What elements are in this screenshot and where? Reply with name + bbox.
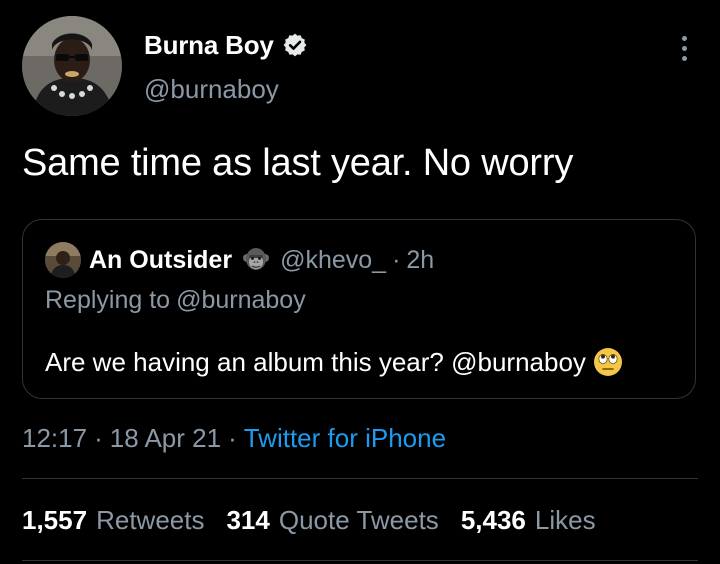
retweets-count: 1,557 — [22, 505, 88, 535]
quote-tweets-label: Quote Tweets — [278, 505, 439, 535]
replying-to-handle[interactable]: @burnaboy — [176, 286, 306, 314]
tweet-detail: Burna Boy @burnaboy Same time as last ye… — [0, 0, 720, 564]
tweet-stats: 1,557 Retweets 314 Quote Tweets 5,436 Li… — [22, 505, 618, 536]
quoted-tweet-card[interactable]: An Outsider @khevo_ · 2h Replying to @bur… — [22, 219, 696, 399]
likes-stat[interactable]: 5,436 Likes — [461, 505, 596, 536]
likes-label: Likes — [534, 505, 596, 535]
meta-separator: · — [94, 423, 103, 453]
more-options-icon[interactable] — [666, 30, 702, 66]
gorilla-emoji-icon — [243, 248, 270, 270]
quoted-author-avatar[interactable] — [45, 242, 81, 278]
quoted-tweet-header: An Outsider @khevo_ · 2h — [89, 242, 434, 278]
tweet-source-link[interactable]: Twitter for iPhone — [244, 423, 446, 454]
quoted-separator: · — [392, 245, 401, 274]
quoted-author-handle[interactable]: @khevo_ — [280, 246, 386, 275]
tweet-text: Same time as last year. No worry — [22, 142, 574, 184]
quote-tweets-stat[interactable]: 314 Quote Tweets — [226, 505, 438, 536]
author-avatar[interactable] — [22, 16, 122, 116]
author-name-row[interactable]: Burna Boy — [144, 28, 308, 62]
meta-separator: · — [228, 423, 237, 453]
quote-tweets-count: 314 — [226, 505, 270, 535]
verified-badge-icon — [283, 33, 307, 57]
replying-to-label: Replying to — [45, 286, 171, 314]
likes-count: 5,436 — [460, 505, 526, 535]
quoted-tweet-text: Are we having an album this year? @burna… — [45, 346, 586, 377]
retweets-label: Retweets — [96, 505, 205, 535]
tweet-date: 18 Apr 21 — [109, 423, 222, 453]
author-handle[interactable]: @burnaboy — [144, 74, 279, 105]
replying-to-line: Replying to @burnaboy — [45, 286, 306, 315]
quoted-tweet-text-row: Are we having an album this year? @burna… — [45, 346, 624, 378]
divider — [22, 560, 698, 561]
quoted-author-name[interactable]: An Outsider — [89, 246, 232, 275]
author-name[interactable]: Burna Boy — [144, 30, 274, 61]
quoted-tweet-time: 2h — [406, 245, 435, 274]
face-with-rolling-eyes-emoji-icon — [593, 348, 622, 376]
tweet-meta: 12:17 · 18 Apr 21 · Twitter for iPhone — [22, 423, 446, 454]
divider — [22, 478, 698, 479]
tweet-time: 12:17 — [22, 423, 88, 453]
retweets-stat[interactable]: 1,557 Retweets — [22, 505, 204, 536]
